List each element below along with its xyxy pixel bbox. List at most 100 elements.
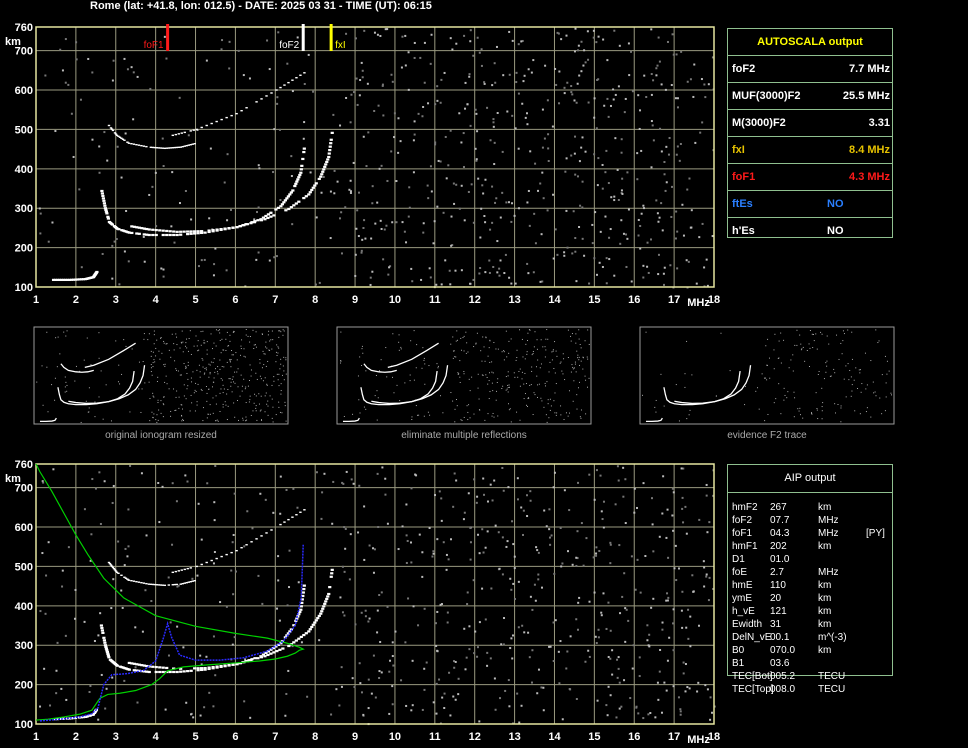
thumbnail-noise: [588, 343, 590, 345]
thumbnail-noise: [228, 378, 230, 380]
thumbnail-noise: [210, 361, 212, 363]
noise-dot: [576, 82, 579, 85]
thumbnail-noise: [151, 411, 153, 413]
thumbnail-noise: [675, 384, 677, 386]
thumbnail-noise: [573, 380, 575, 382]
noise-dot: [277, 31, 280, 34]
thumbnail-noise: [505, 376, 507, 378]
noise-dot: [246, 510, 249, 513]
thumbnail-noise: [485, 336, 487, 338]
noise-dot: [151, 185, 154, 188]
thumbnail-noise: [816, 408, 818, 410]
thumbnail-noise: [357, 375, 359, 377]
aip-cell: foF2: [732, 515, 753, 526]
noise-dot: [285, 692, 288, 695]
trace-point: [192, 129, 195, 131]
noise-dot: [425, 661, 428, 664]
thumbnail-noise: [818, 370, 820, 372]
noise-dot: [510, 282, 513, 285]
thumbnail-noise: [208, 388, 210, 390]
thumbnail-noise: [812, 333, 814, 335]
thumbnail-noise: [505, 330, 507, 332]
thumbnail-noise: [866, 384, 868, 386]
thumbnail-noise: [192, 371, 194, 373]
trace-point: [256, 657, 260, 660]
noise-dot: [676, 230, 679, 233]
trace-point: [203, 666, 207, 670]
thumbnail-noise: [150, 371, 152, 373]
noise-dot: [670, 215, 673, 218]
thumbnail-noise: [205, 369, 207, 371]
x-axis-label: MHz: [687, 734, 710, 746]
noise-dot: [355, 77, 358, 80]
thumbnail-noise: [177, 370, 179, 372]
thumbnail-noise: [213, 342, 215, 344]
thumbnail-noise: [554, 372, 556, 374]
noise-dot: [658, 535, 661, 538]
thumbnail-noise: [851, 331, 853, 333]
thumbnail-noise: [548, 371, 550, 373]
noise-dot: [460, 184, 463, 187]
thumbnail-noise: [246, 419, 248, 421]
thumbnail-noise: [265, 392, 267, 394]
noise-dot: [469, 40, 472, 43]
noise-dot: [407, 88, 410, 91]
noise-dot: [652, 79, 655, 82]
noise-dot: [452, 505, 455, 508]
noise-dot: [435, 644, 438, 647]
trace-point: [154, 670, 158, 674]
trace-point: [225, 116, 228, 119]
thumbnail-noise: [845, 365, 847, 367]
noise-dot: [649, 712, 652, 715]
thumbnail-noise: [206, 417, 208, 419]
noise-dot: [345, 32, 348, 35]
noise-dot: [660, 202, 663, 205]
noise-dot: [559, 640, 562, 643]
noise-dot: [256, 211, 259, 214]
noise-dot: [453, 202, 456, 205]
thumbnail-noise: [176, 390, 178, 392]
noise-dot: [376, 609, 379, 612]
trace-point: [308, 191, 312, 194]
thumbnail-noise: [258, 403, 260, 405]
x-tick-label: 7: [272, 294, 278, 306]
noise-dot: [278, 128, 281, 131]
noise-dot: [444, 135, 447, 138]
noise-dot: [498, 267, 501, 270]
noise-dot: [580, 146, 583, 149]
thumbnail-noise: [253, 348, 255, 350]
noise-dot: [661, 628, 664, 631]
noise-dot: [527, 189, 530, 192]
noise-dot: [380, 227, 383, 230]
thumbnail-noise: [285, 420, 287, 422]
noise-dot: [495, 197, 498, 200]
noise-dot: [120, 589, 123, 592]
noise-dot: [360, 611, 363, 614]
noise-dot: [659, 127, 662, 130]
thumbnail-noise: [236, 359, 238, 361]
noise-dot: [665, 145, 668, 148]
aip-row: foF1 04.3 MHz [PY]: [732, 527, 902, 540]
noise-dot: [672, 529, 675, 532]
thumbnail-noise: [226, 331, 228, 333]
trace-point: [299, 171, 303, 174]
aip-row: TEC[Bot] 005.2 TECU: [732, 670, 902, 683]
noise-dot: [595, 469, 598, 472]
thumbnail-noise: [569, 412, 571, 414]
thumbnail-noise: [180, 341, 182, 343]
trace-point: [109, 127, 113, 129]
thumbnail-noise: [206, 392, 208, 394]
x-tick-label: 8: [312, 731, 318, 743]
thumbnail-noise: [763, 377, 765, 379]
thumbnail-noise: [769, 377, 771, 379]
noise-dot: [278, 619, 281, 622]
noise-dot: [537, 551, 540, 554]
thumbnail-noise: [254, 393, 256, 395]
noise-dot: [528, 224, 531, 227]
noise-dot: [199, 714, 202, 717]
thumbnail-noise: [266, 384, 268, 386]
thumbnail-noise: [809, 347, 811, 349]
noise-dot: [609, 104, 612, 107]
noise-dot: [300, 641, 303, 644]
noise-dot: [98, 145, 101, 148]
